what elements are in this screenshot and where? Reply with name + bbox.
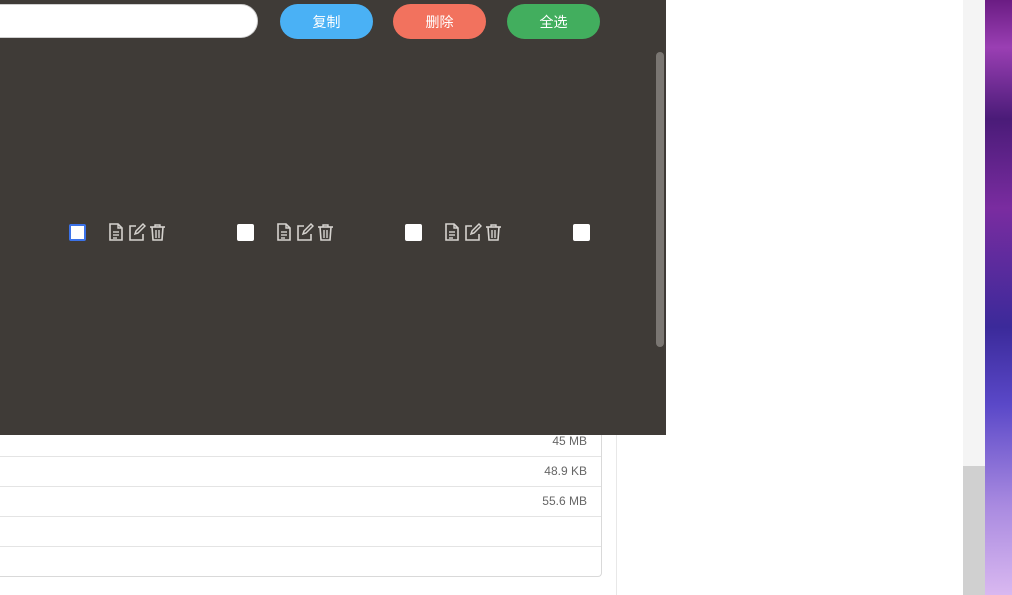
- edit-icon[interactable]: [127, 222, 146, 242]
- edit-icon[interactable]: [295, 222, 314, 242]
- file-icon[interactable]: [274, 222, 293, 242]
- trash-icon[interactable]: [316, 222, 335, 242]
- file-icon[interactable]: [106, 222, 125, 242]
- file-row[interactable]: [0, 547, 601, 576]
- grid-item: [237, 221, 335, 243]
- modal-scrollbar-thumb[interactable]: [656, 52, 664, 347]
- item-actions: [274, 222, 335, 242]
- file-row[interactable]: [0, 517, 601, 547]
- file-row[interactable]: 55.6 MB: [0, 487, 601, 517]
- delete-button[interactable]: 删除: [393, 4, 486, 39]
- item-actions: [442, 222, 503, 242]
- grid-item: [69, 221, 167, 243]
- file-size: 45 MB: [552, 434, 587, 448]
- trash-icon[interactable]: [148, 222, 167, 242]
- search-input[interactable]: [0, 4, 258, 38]
- item-checkbox[interactable]: [405, 223, 422, 241]
- file-manager-modal: 复制 删除 全选: [0, 0, 666, 435]
- file-row[interactable]: 48.9 KB: [0, 457, 601, 487]
- desktop-wallpaper: [985, 0, 1012, 595]
- select-all-button[interactable]: 全选: [507, 4, 600, 39]
- file-size: 48.9 KB: [544, 464, 587, 478]
- trash-icon[interactable]: [484, 222, 503, 242]
- file-size: 55.6 MB: [542, 494, 587, 508]
- copy-button[interactable]: 复制: [280, 4, 373, 39]
- grid-item: [573, 221, 590, 243]
- item-checkbox[interactable]: [573, 223, 590, 241]
- item-actions: [106, 222, 167, 242]
- file-icon[interactable]: [442, 222, 461, 242]
- page-scrollbar-thumb[interactable]: [963, 466, 985, 595]
- grid-item: [405, 221, 503, 243]
- item-checkbox[interactable]: [237, 223, 254, 241]
- edit-icon[interactable]: [463, 222, 482, 242]
- item-checkbox[interactable]: [69, 223, 86, 241]
